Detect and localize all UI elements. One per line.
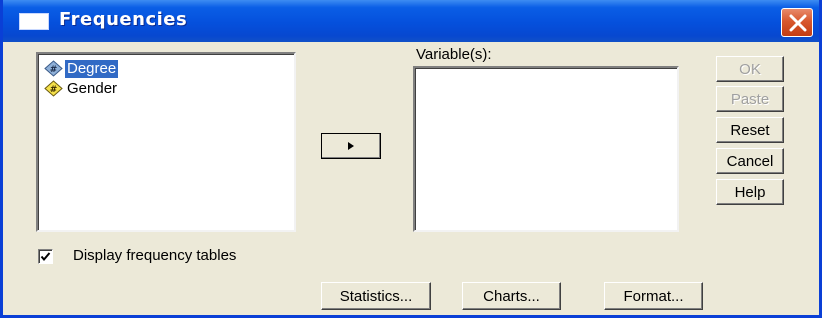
window-icon bbox=[19, 13, 49, 30]
display-frequency-tables-label[interactable]: Display frequency tables bbox=[73, 247, 236, 265]
source-variable-list[interactable]: # Degree # Gender bbox=[36, 52, 296, 232]
charts-button[interactable]: Charts... bbox=[462, 282, 561, 310]
paste-button[interactable]: Paste bbox=[716, 86, 784, 112]
cancel-button[interactable]: Cancel bbox=[716, 148, 784, 174]
close-button[interactable] bbox=[781, 8, 813, 37]
numeric-variable-icon: # bbox=[44, 80, 63, 97]
target-variable-list[interactable] bbox=[413, 66, 679, 232]
window-title: Frequencies bbox=[59, 9, 188, 30]
right-arrow-icon bbox=[348, 142, 354, 150]
list-item-gender[interactable]: # Gender bbox=[44, 79, 119, 98]
svg-text:#: # bbox=[50, 65, 58, 75]
frequencies-dialog: Frequencies # Degree # Gender Variable(s… bbox=[0, 0, 822, 318]
variable-label: Degree bbox=[65, 59, 119, 78]
title-bar[interactable]: Frequencies bbox=[3, 0, 819, 42]
close-x-icon bbox=[789, 14, 807, 32]
checkmark-icon bbox=[40, 252, 51, 262]
svg-text:#: # bbox=[50, 85, 58, 95]
reset-button[interactable]: Reset bbox=[716, 117, 784, 143]
help-button[interactable]: Help bbox=[716, 179, 784, 205]
ok-button[interactable]: OK bbox=[716, 56, 784, 82]
format-button[interactable]: Format... bbox=[604, 282, 703, 310]
list-item-degree[interactable]: # Degree bbox=[44, 59, 119, 78]
numeric-variable-icon: # bbox=[44, 60, 63, 77]
variable-label: Gender bbox=[67, 79, 118, 97]
target-list-label: Variable(s): bbox=[416, 46, 492, 63]
move-variable-button[interactable] bbox=[321, 133, 381, 159]
statistics-button[interactable]: Statistics... bbox=[321, 282, 431, 310]
display-frequency-tables-checkbox[interactable] bbox=[38, 249, 53, 264]
